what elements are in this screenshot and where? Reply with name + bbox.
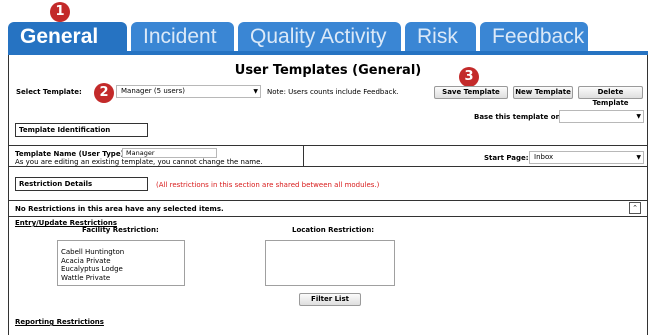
start-page-dropdown[interactable]: Inbox ▼ bbox=[529, 151, 644, 164]
callout-badge-2: 2 bbox=[94, 83, 114, 103]
start-page-label: Start Page: bbox=[484, 154, 529, 162]
reporting-restrictions-label: Reporting Restrictions bbox=[15, 318, 104, 326]
location-restriction-list[interactable] bbox=[265, 240, 395, 286]
user-templates-panel: User Templates (General) Select Template… bbox=[8, 55, 648, 335]
tab-quality-activity[interactable]: Quality Activity bbox=[238, 22, 401, 52]
divider bbox=[9, 166, 647, 167]
user-count-note: Note: Users counts include Feedback. bbox=[267, 88, 399, 96]
tab-feedback[interactable]: Feedback bbox=[480, 22, 588, 52]
no-restrictions-message: No Restrictions in this area have any se… bbox=[15, 205, 224, 213]
template-name-label: Template Name (User Type): bbox=[15, 150, 127, 158]
caret-down-icon: ▼ bbox=[253, 88, 258, 95]
base-template-label: Base this template on: bbox=[474, 113, 564, 121]
template-name-field[interactable]: Manager bbox=[122, 148, 217, 158]
caret-down-icon: ▼ bbox=[636, 154, 641, 161]
template-name-hint: As you are editing an existing template,… bbox=[15, 158, 263, 166]
caret-down-icon: ▼ bbox=[636, 113, 641, 120]
select-template-dropdown[interactable]: Manager (5 users) ▼ bbox=[116, 85, 261, 98]
facility-restriction-label: Facility Restriction: bbox=[82, 226, 159, 234]
template-identification-header: Template Identification bbox=[15, 123, 148, 137]
divider bbox=[9, 216, 647, 217]
tab-incident[interactable]: Incident bbox=[131, 22, 234, 52]
delete-template-button[interactable]: Delete Template bbox=[578, 86, 643, 107]
new-template-button[interactable]: New Template bbox=[513, 86, 573, 99]
select-template-value: Manager (5 users) bbox=[121, 87, 185, 95]
start-page-value: Inbox bbox=[534, 153, 554, 161]
divider bbox=[303, 145, 304, 167]
restriction-details-header: Restriction Details bbox=[15, 177, 148, 191]
callout-badge-1: 1 bbox=[50, 2, 70, 22]
filter-list-button[interactable]: Filter List bbox=[299, 293, 361, 306]
select-template-label: Select Template: bbox=[16, 88, 82, 96]
list-item[interactable]: Eucalyptus Lodge bbox=[58, 265, 184, 274]
divider bbox=[9, 200, 647, 201]
list-item[interactable]: Cabell Huntington bbox=[58, 248, 184, 257]
tab-general[interactable]: General bbox=[8, 22, 127, 52]
facility-restriction-list[interactable]: Cabell Huntington Acacia Private Eucalyp… bbox=[57, 240, 185, 286]
list-item[interactable]: Wattle Private bbox=[58, 274, 184, 283]
page-title: User Templates (General) bbox=[234, 63, 422, 78]
restriction-shared-note: (All restrictions in this section are sh… bbox=[156, 181, 380, 189]
divider bbox=[9, 145, 647, 146]
save-template-button[interactable]: Save Template bbox=[434, 86, 508, 99]
callout-badge-3: 3 bbox=[459, 67, 479, 87]
location-restriction-label: Location Restriction: bbox=[292, 226, 375, 234]
chevron-double-up-icon[interactable]: ⌃ bbox=[629, 202, 641, 214]
list-item[interactable]: Acacia Private bbox=[58, 257, 184, 266]
module-tabs: General Incident Quality Activity Risk F… bbox=[8, 22, 648, 52]
tab-risk[interactable]: Risk bbox=[405, 22, 476, 52]
base-template-dropdown[interactable]: ▼ bbox=[559, 110, 644, 123]
